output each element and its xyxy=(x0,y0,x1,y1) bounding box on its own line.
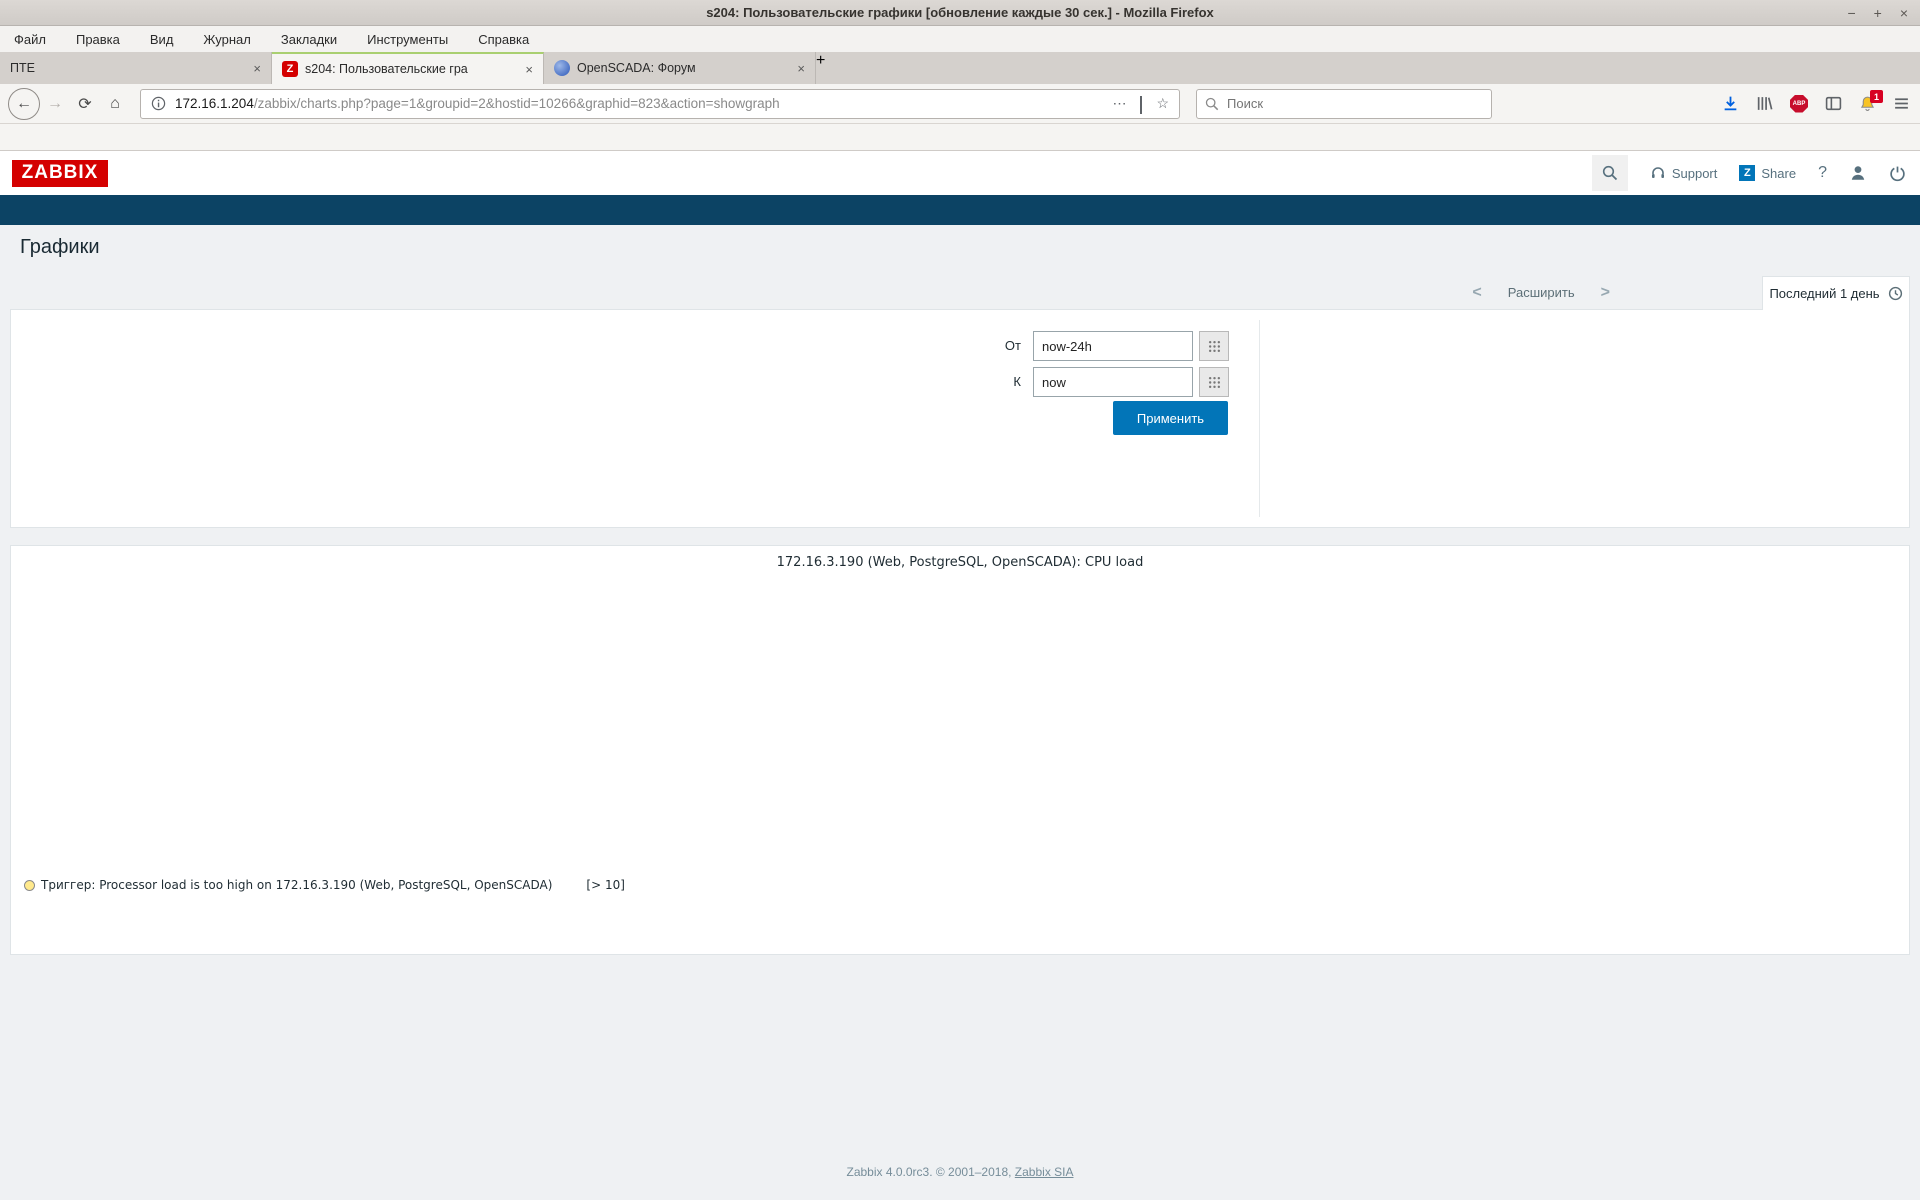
share-link[interactable]: Z Share xyxy=(1739,165,1796,181)
time-range-tab[interactable]: Последний 1 день xyxy=(1762,276,1910,310)
tab-title: ПТЕ xyxy=(10,61,240,75)
menu-bar: Файл Правка Вид Журнал Закладки Инструменты Сп… xyxy=(0,26,1920,52)
zabbix-header: ZABBIX Support Z Share ? xyxy=(0,151,1920,195)
from-label: От xyxy=(997,338,1021,353)
chart-title: 172.16.3.190 (Web, PostgreSQL, OpenSCADA… xyxy=(11,555,1909,570)
minimize-button[interactable]: − xyxy=(1847,5,1855,21)
zabbix-footer: Zabbix 4.0.0rc3. © 2001–2018, Zabbix SIA xyxy=(0,1165,1920,1179)
chart-panel: 172.16.3.190 (Web, PostgreSQL, OpenSCADA… xyxy=(10,545,1910,955)
page-title: Графики xyxy=(20,236,100,259)
library-icon[interactable] xyxy=(1756,95,1773,112)
page-actions-icon[interactable]: ⋯ xyxy=(1112,95,1126,112)
reload-button[interactable]: ⟳ xyxy=(70,89,100,119)
zabbix-logo[interactable]: ZABBIX xyxy=(12,160,108,187)
time-strip: < Расширить > Последний 1 день xyxy=(10,276,1910,309)
home-button[interactable]: ⌂ xyxy=(100,89,130,119)
site-info-icon[interactable] xyxy=(151,96,166,111)
url-path: /zabbix/charts.php?page=1&groupid=2&host… xyxy=(254,96,780,111)
back-button[interactable]: ← xyxy=(8,88,40,120)
zabbix-subnav xyxy=(0,195,1920,225)
from-calendar-button[interactable] xyxy=(1199,331,1229,361)
navigation-toolbar: ← → ⟳ ⌂ 172.16.1.204/zabbix/charts.php?p… xyxy=(0,84,1920,124)
time-shift-right-icon[interactable]: > xyxy=(1601,284,1610,302)
time-selector-panel: От К Применить xyxy=(10,309,1910,528)
profile-icon[interactable] xyxy=(1849,164,1867,182)
notification-badge: 1 xyxy=(1870,90,1883,103)
panel-divider xyxy=(1259,320,1260,517)
search-input[interactable] xyxy=(1227,96,1457,111)
headset-icon xyxy=(1650,165,1666,181)
to-input[interactable] xyxy=(1033,367,1193,397)
trigger-threshold: [> 10] xyxy=(586,878,625,892)
trigger-icon xyxy=(24,880,35,891)
tab-close-icon[interactable]: × xyxy=(791,61,805,76)
tab-title: s204: Пользовательские гра xyxy=(305,62,512,76)
browser-tab-2[interactable]: OpenSCADA: Форум × xyxy=(544,52,816,84)
bookmarks-bar xyxy=(0,124,1920,151)
maximize-button[interactable]: + xyxy=(1874,5,1882,21)
notifications-icon[interactable]: 1 xyxy=(1859,95,1876,112)
menu-item-4[interactable]: Закладки xyxy=(281,32,337,47)
window-title: s204: Пользовательские графики [обновлен… xyxy=(706,5,1214,20)
tab-title: OpenSCADA: Форум xyxy=(577,61,784,75)
help-link[interactable]: ? xyxy=(1818,164,1827,182)
openscada-icon xyxy=(554,60,570,76)
support-link[interactable]: Support xyxy=(1650,165,1718,181)
trigger-label: Триггер: Processor load is too high on 1… xyxy=(41,878,552,892)
to-label: К xyxy=(997,374,1021,389)
to-calendar-button[interactable] xyxy=(1199,367,1229,397)
tab-bar: ПТЕ×Zs204: Пользовательские гра×OpenSCAD… xyxy=(0,52,1920,84)
window-titlebar: s204: Пользовательские графики [обновлен… xyxy=(0,0,1920,26)
menu-item-0[interactable]: Файл xyxy=(14,32,46,47)
time-shift-left-icon[interactable]: < xyxy=(1472,284,1481,302)
legend-headers xyxy=(357,858,625,873)
menu-item-3[interactable]: Журнал xyxy=(203,32,250,47)
zabbix-search-icon[interactable] xyxy=(1592,155,1628,191)
url-host: 172.16.1.204 xyxy=(175,96,254,111)
menu-item-1[interactable]: Правка xyxy=(76,32,120,47)
new-tab-button[interactable]: + xyxy=(816,52,825,84)
search-icon xyxy=(1205,97,1219,111)
zabbix-icon: Z xyxy=(282,61,298,77)
pocket-icon[interactable] xyxy=(1140,96,1142,112)
chart-legend: Триггер: Processor load is too high on 1… xyxy=(24,858,625,894)
browser-tab-0[interactable]: ПТЕ × xyxy=(0,52,272,84)
url-bar[interactable]: 172.16.1.204/zabbix/charts.php?page=1&gr… xyxy=(140,89,1180,119)
search-bar[interactable] xyxy=(1196,89,1492,119)
clock-icon xyxy=(1888,286,1903,301)
tab-close-icon[interactable]: × xyxy=(247,61,261,76)
download-icon[interactable] xyxy=(1722,95,1739,112)
menu-item-6[interactable]: Справка xyxy=(478,32,529,47)
bookmark-star-icon[interactable]: ☆ xyxy=(1156,95,1169,112)
zabbix-header-right: Support Z Share ? xyxy=(1592,155,1906,191)
forward-button[interactable]: → xyxy=(40,89,70,119)
close-button[interactable]: × xyxy=(1900,5,1908,21)
from-input[interactable] xyxy=(1033,331,1193,361)
footer-link[interactable]: Zabbix SIA xyxy=(1015,1165,1074,1179)
menu-item-2[interactable]: Вид xyxy=(150,32,174,47)
window-controls: − + × xyxy=(1847,0,1908,26)
browser-tab-1[interactable]: Zs204: Пользовательские гра × xyxy=(272,52,544,84)
adblock-icon[interactable]: ABP xyxy=(1790,95,1808,113)
tab-close-icon[interactable]: × xyxy=(519,62,533,77)
logout-icon[interactable] xyxy=(1889,165,1906,182)
toolbar-icons: ABP 1 xyxy=(1722,95,1910,113)
time-zoomout-button[interactable]: Расширить xyxy=(1508,285,1575,300)
zabbix-share-icon: Z xyxy=(1739,165,1755,181)
hamburger-menu-icon[interactable] xyxy=(1893,95,1910,112)
apply-button[interactable]: Применить xyxy=(1113,401,1228,435)
trigger-row: Триггер: Processor load is too high on 1… xyxy=(24,876,625,894)
sidebar-icon[interactable] xyxy=(1825,95,1842,112)
menu-item-5[interactable]: Инструменты xyxy=(367,32,448,47)
